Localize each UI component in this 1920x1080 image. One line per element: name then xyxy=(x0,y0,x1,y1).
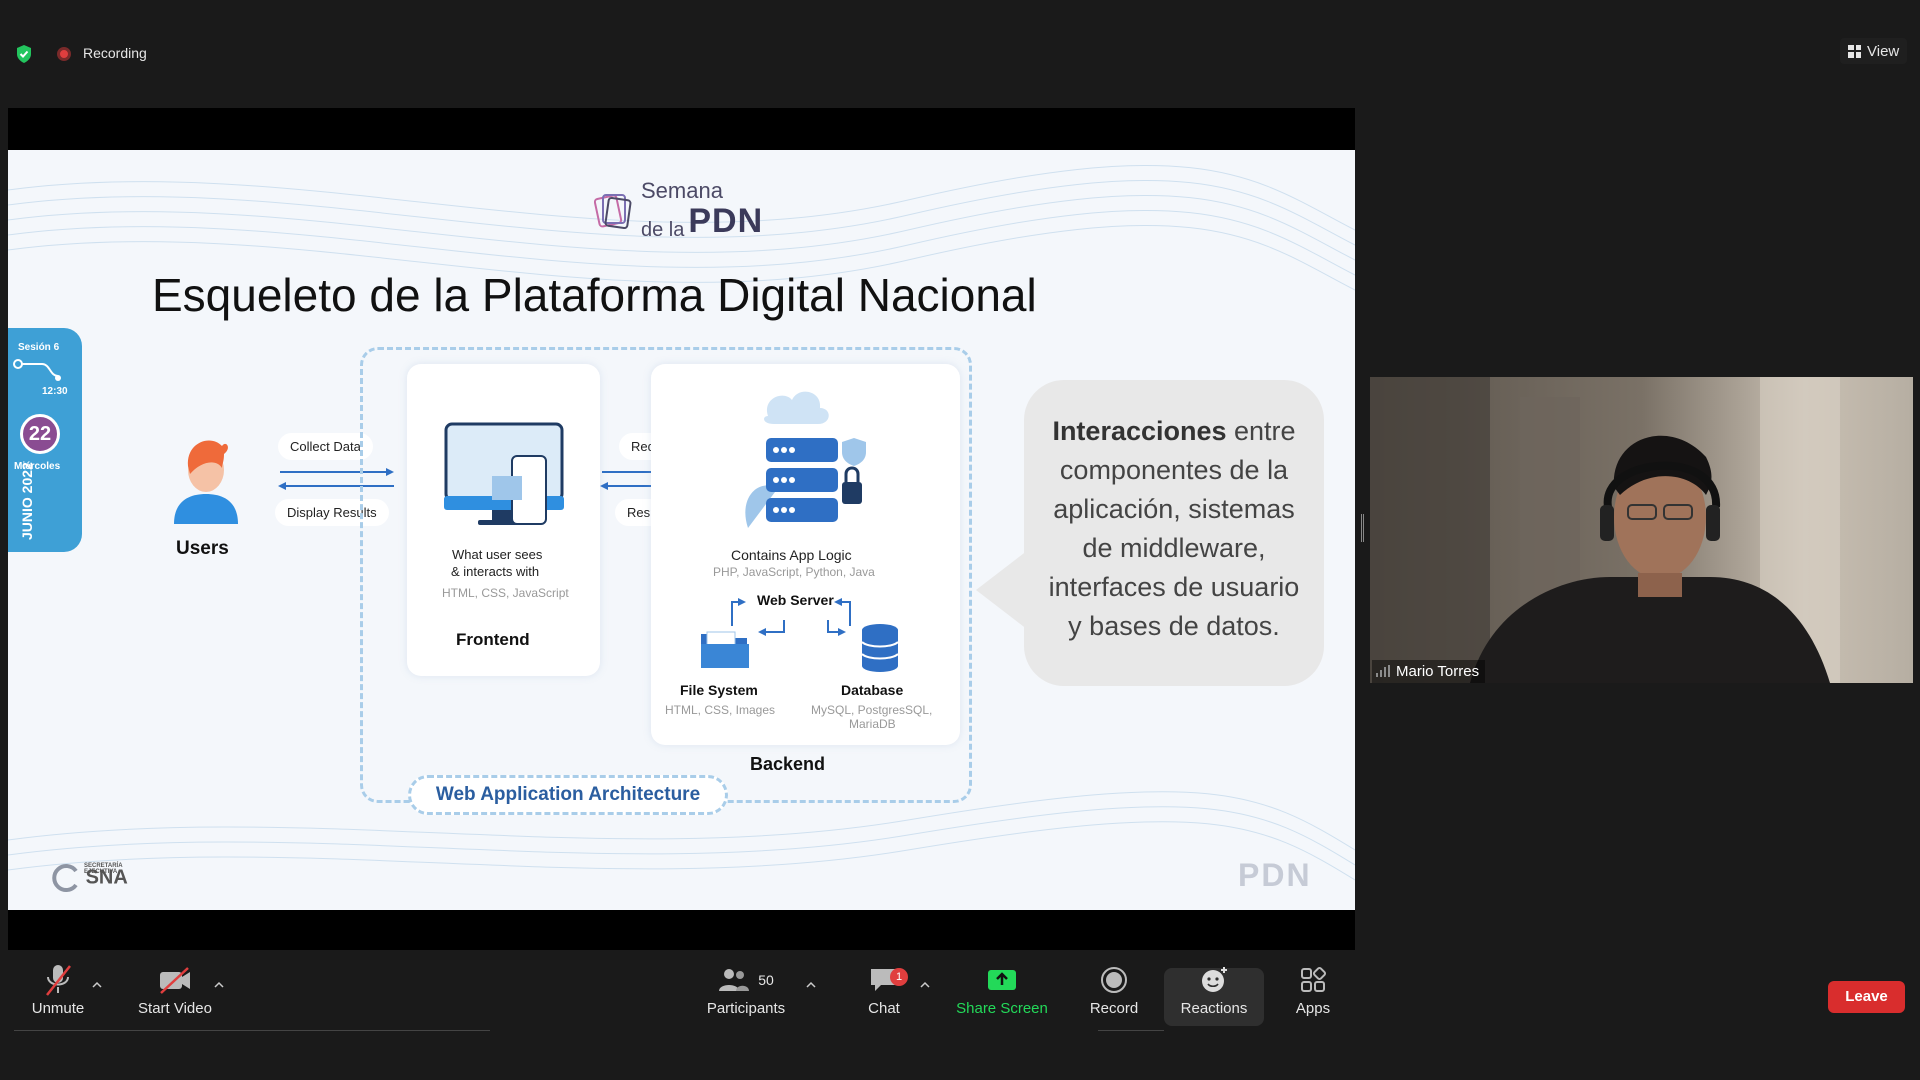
pdn-event-logo-icon xyxy=(593,193,632,229)
recording-indicator-icon xyxy=(57,47,71,61)
record-label: Record xyxy=(1089,1000,1139,1017)
frontend-caption-line2: & interacts with xyxy=(451,564,540,579)
database-tech-line2: MariaDB xyxy=(849,717,896,731)
backend-title: Backend xyxy=(750,754,826,774)
toolbar-underline-record xyxy=(1098,1030,1164,1031)
record-icon xyxy=(1101,967,1127,993)
participants-button[interactable]: 50 Participants xyxy=(704,962,788,1017)
chat-label: Chat xyxy=(868,1000,900,1017)
toolbar-underline-left xyxy=(14,1030,490,1031)
sna-small-text: SECRETARÍA EJECUTIVA xyxy=(84,863,123,875)
sna-logo: SECRETARÍA EJECUTIVA SNA xyxy=(50,863,128,893)
session-month-year: JUNIO 2022 xyxy=(19,462,35,540)
leave-meeting-button[interactable]: Leave xyxy=(1828,981,1905,1013)
unmute-button[interactable]: Unmute xyxy=(28,962,88,1017)
presentation-slide: Semana de la PDN Esqueleto de la Platafo… xyxy=(8,150,1355,910)
reactions-label: Reactions xyxy=(1180,1000,1248,1017)
web-server-label: Web Server xyxy=(757,592,834,608)
app-logic-label: Contains App Logic xyxy=(731,547,852,563)
session-path-icon xyxy=(13,359,61,381)
apps-icon xyxy=(1301,966,1327,992)
video-camera-off-icon xyxy=(160,967,190,994)
participants-label: Participants xyxy=(706,1000,786,1017)
apps-label: Apps xyxy=(1295,1000,1331,1017)
monitor-icon xyxy=(444,422,564,525)
chat-unread-badge: 1 xyxy=(890,968,908,986)
pdn-footer-logo: PDN xyxy=(1238,857,1312,893)
server-stack-icon xyxy=(745,391,866,528)
database-tech-line1: MySQL, PostgresSQL, xyxy=(811,703,933,717)
video-options-chevron-up-icon[interactable] xyxy=(214,980,224,990)
bubble-line6: y bases de datos. xyxy=(1068,611,1280,641)
user-avatar-icon xyxy=(174,440,238,524)
start-video-button[interactable]: Start Video xyxy=(133,962,217,1017)
bubble-line1-rest: entre xyxy=(1226,416,1296,446)
panel-resize-handle[interactable] xyxy=(1361,514,1364,542)
slide-title: Esqueleto de la Plataforma Digital Nacio… xyxy=(152,269,1037,321)
reactions-button[interactable]: Reactions xyxy=(1178,962,1250,1017)
bubble-line2: componentes de la xyxy=(1059,455,1289,485)
share-screen-icon xyxy=(988,970,1016,990)
logo-de-la-text: de la xyxy=(641,219,685,241)
audio-options-chevron-up-icon[interactable] xyxy=(92,980,102,990)
architecture-title: Web Application Architecture xyxy=(408,775,728,815)
participants-count: 50 xyxy=(758,972,774,988)
database-icon xyxy=(861,624,899,672)
frontend-title: Frontend xyxy=(456,630,530,649)
sna-logo-icon xyxy=(52,864,78,892)
session-day-number: 22 xyxy=(20,414,60,454)
users-label: Users xyxy=(176,538,229,559)
bubble-line4: de middleware, xyxy=(1082,533,1266,563)
chat-options-chevron-up-icon[interactable] xyxy=(920,980,930,990)
bubble-bold-text: Interacciones xyxy=(1052,416,1227,446)
security-shield-icon[interactable] xyxy=(15,44,33,64)
frontend-tech: HTML, CSS, JavaScript xyxy=(442,586,569,600)
participant-video-tile[interactable]: Mario Torres xyxy=(1370,377,1913,683)
collect-data-label: Collect Data xyxy=(278,433,373,460)
bubble-line3: aplicación, sistemas xyxy=(1053,494,1295,524)
app-logic-tech: PHP, JavaScript, Python, Java xyxy=(713,565,875,579)
grid-view-icon xyxy=(1848,44,1861,58)
record-button[interactable]: Record xyxy=(1086,962,1142,1017)
participants-icon xyxy=(719,969,750,991)
speech-bubble-tail xyxy=(976,550,1028,630)
semana-pdn-logo: Semana de la PDN xyxy=(593,180,763,241)
frontend-caption-line1: What user sees xyxy=(452,547,543,562)
share-screen-button[interactable]: Share Screen xyxy=(954,962,1050,1017)
session-time: 12:30 xyxy=(42,386,68,397)
reactions-smiley-icon xyxy=(1202,967,1227,992)
logo-semana-text: Semana xyxy=(641,178,723,203)
view-label: View xyxy=(1867,42,1900,60)
meeting-top-bar: Recording View xyxy=(0,0,1920,105)
session-label: Sesión 6 xyxy=(18,342,60,353)
database-label: Database xyxy=(841,682,904,698)
file-system-tech: HTML, CSS, Images xyxy=(665,703,776,717)
apps-button[interactable]: Apps xyxy=(1290,962,1336,1017)
recording-label: Recording xyxy=(83,45,147,61)
microphone-muted-icon xyxy=(46,965,71,996)
share-screen-label: Share Screen xyxy=(956,1000,1048,1017)
bubble-line5: interfaces de usuario xyxy=(1048,572,1300,602)
participant-name-label: Mario Torres xyxy=(1372,660,1486,683)
folder-icon xyxy=(701,631,749,668)
participant-video-feed xyxy=(1370,377,1913,683)
logo-pdn-text: PDN xyxy=(688,202,764,240)
unmute-label: Unmute xyxy=(31,1000,85,1017)
session-date-badge: Sesión 6 12:30 22 Miércoles JUNIO 2022 xyxy=(8,328,82,552)
view-button[interactable]: View xyxy=(1840,38,1908,64)
start-video-label: Start Video xyxy=(138,1000,212,1017)
speech-bubble-text: Interacciones entre componentes de la ap… xyxy=(1034,412,1314,646)
file-system-label: File System xyxy=(680,682,758,698)
participants-options-chevron-up-icon[interactable] xyxy=(806,980,816,990)
